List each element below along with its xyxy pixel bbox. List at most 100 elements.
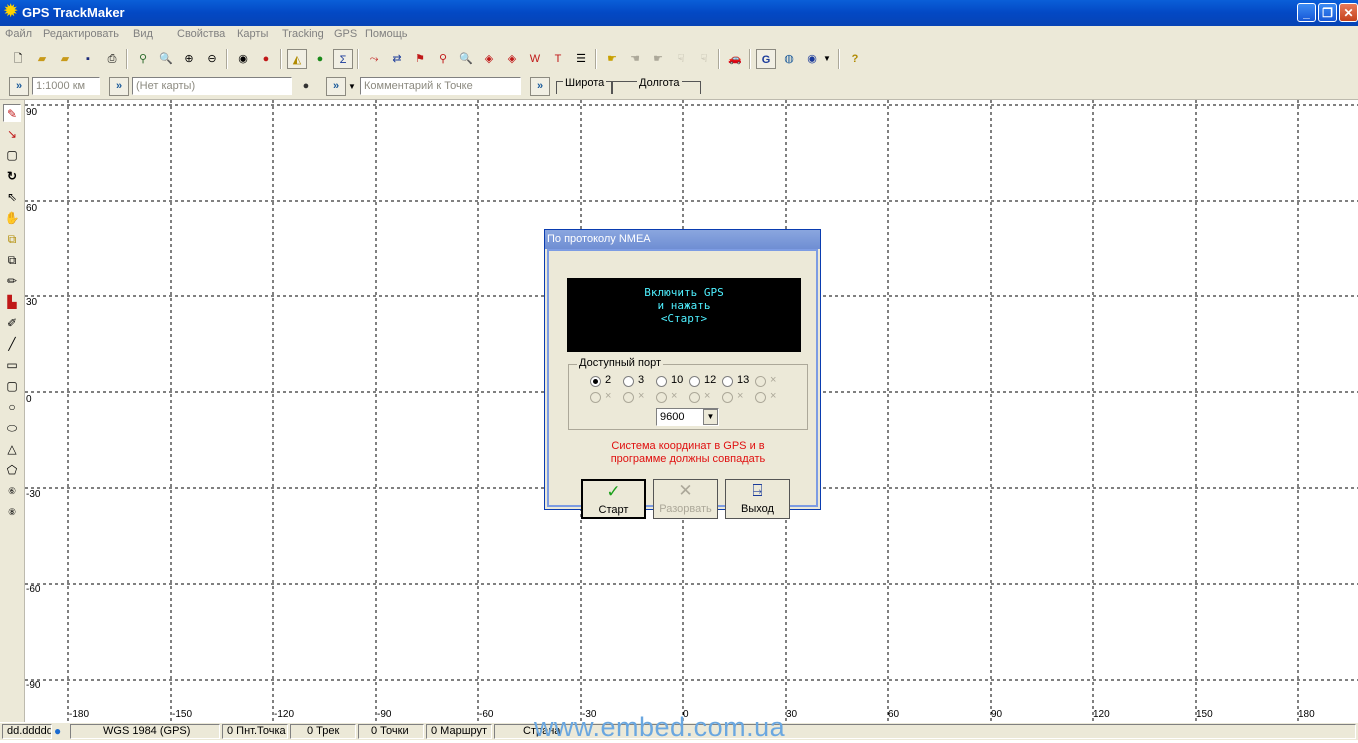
track-icon[interactable]: ⤳ [364,49,384,69]
menu-help[interactable]: Помощь [365,28,408,40]
main-toolbar: 🗋 ▰ ▰ ▪ ⎙ ⚲ 🔍 ⊕ ⊖ ◉ ● ◭ ● Σ ⤳ ⇄ ⚑ ⚲ 🔍 ◈ … [0,44,1358,74]
baud-rate-value: 9600 [660,411,685,423]
open-folder-icon[interactable]: ▰ [32,49,52,69]
close-button[interactable]: ✕ [1339,3,1358,22]
open-recent-icon[interactable]: ▰ [55,49,75,69]
search-globe-icon[interactable]: ◉ [802,49,822,69]
exit-button-label: Выход [741,503,774,515]
line-cut-icon[interactable]: ↘ [3,125,21,143]
globe-icon[interactable]: ● [310,49,330,69]
maximize-button[interactable]: ❐ [1318,3,1337,22]
menu-view[interactable]: Вид [133,28,153,40]
gps-receive-icon[interactable]: ◈ [479,49,499,69]
layers-icon[interactable]: ⧉ [3,251,21,269]
paint-icon[interactable]: ▙ [3,293,21,311]
toolbar-separator [595,49,597,69]
baud-rate-select[interactable]: 9600 ▼ [656,408,719,426]
lat-label: -90 [26,680,41,691]
chevron-down-icon[interactable]: ▼ [703,409,718,425]
minimize-button[interactable]: _ [1297,3,1316,22]
waypoint-icon[interactable]: ⚑ [410,49,430,69]
scale-go-button[interactable]: » [9,77,29,96]
menu-maps[interactable]: Карты [237,28,268,40]
pointer-icon[interactable]: ⇖ [3,188,21,206]
gps-send-icon[interactable]: ◈ [502,49,522,69]
port-radio-13[interactable] [722,376,733,387]
menu-gps[interactable]: GPS [334,28,357,40]
line-tool-icon[interactable]: ╱ [3,335,21,353]
lat-label: 90 [26,107,38,118]
port-radio-3[interactable] [623,376,634,387]
zoom-in-icon[interactable]: ⊕ [179,49,199,69]
list-icon[interactable]: ☰ [571,49,591,69]
help-icon[interactable]: ? [845,49,865,69]
map-name-field[interactable]: (Нет карты) [132,77,292,95]
port-radio-disabled [722,392,733,403]
car-icon[interactable]: 🚗 [725,49,745,69]
port-radio-10[interactable] [656,376,667,387]
find-icon[interactable]: ⚲ [433,49,453,69]
freehand-icon[interactable]: ✐ [3,314,21,332]
hexagon-6-tool-icon[interactable]: ⑥ [3,482,21,500]
google-icon[interactable]: G [756,49,776,69]
hand-pan-icon[interactable]: ✋ [3,209,21,227]
select-rect-icon[interactable]: ▢ [3,146,21,164]
pentagon-tool-icon[interactable]: ⬠ [3,461,21,479]
web-icon[interactable]: W [525,49,545,69]
menu-file[interactable]: Файл [5,28,32,40]
menu-edit[interactable]: Редактировать [43,28,119,40]
octagon-8-tool-icon[interactable]: ⑧ [3,503,21,521]
chart-icon[interactable]: ◭ [287,49,307,69]
gps-instruction-screen: Включить GPS и нажать <Старт> [567,278,801,352]
triangle-tool-icon[interactable]: △ [3,440,21,458]
checkmark-icon: ✓ [606,482,621,501]
ellipse-tool-icon[interactable]: ⬭ [3,419,21,437]
port-radio-12[interactable] [689,376,700,387]
zoom-out-icon[interactable]: ⊖ [202,49,222,69]
text-icon[interactable]: T [548,49,568,69]
hand-icon[interactable]: ☛ [602,49,622,69]
coords-go-button[interactable]: » [530,77,550,96]
lon-label: -90 [377,709,392,720]
datum-icon[interactable]: Σ [333,49,353,69]
exit-button[interactable]: ⍈ Выход [725,479,790,519]
copy-icon[interactable]: ⧉ [3,230,21,248]
title-bar: ✹ GPS TrackMaker _ ❐ ✕ [0,0,1358,26]
scale-field[interactable]: 1:1000 км [32,77,100,95]
search-icon[interactable]: 🔍 [456,49,476,69]
toolbar-separator [126,49,128,69]
port-radio-disabled [590,392,601,403]
rounded-rect-tool-icon[interactable]: ▢ [3,377,21,395]
app-sun-icon: ✹ [4,3,18,20]
route-count: 0 Маршрут [426,724,492,739]
earth-icon[interactable]: ◍ [779,49,799,69]
start-button[interactable]: ✓ Старт [581,479,646,519]
toolbar-separator [226,49,228,69]
save-icon[interactable]: ▪ [78,49,98,69]
menu-properties[interactable]: Свойства [177,28,225,40]
rectangle-tool-icon[interactable]: ▭ [3,356,21,374]
circle-tool-icon[interactable]: ○ [3,398,21,416]
pencil-track-icon[interactable]: ✎ [3,104,21,122]
rotate-icon[interactable]: ↻ [3,167,21,185]
toolbar-separator [280,49,282,69]
screen-line: Включить GPS [644,286,724,299]
print-icon[interactable]: ⎙ [102,49,122,69]
route-icon[interactable]: ⇄ [387,49,407,69]
map-color-icon[interactable]: ● [296,76,316,96]
point-comment-field[interactable]: Комментарий к Точке [360,77,521,95]
pen-icon[interactable]: ✏ [3,272,21,290]
chevron-down-icon[interactable]: ▼ [346,79,358,95]
port-label: 2 [605,374,612,386]
new-file-icon[interactable]: 🗋 [8,49,28,69]
zoom-icon[interactable]: 🔍 [156,49,176,69]
menu-tracking[interactable]: Tracking [282,28,324,40]
comment-go-button[interactable]: » [326,77,346,96]
colors-icon[interactable]: ● [256,49,276,69]
eye-icon[interactable]: ◉ [233,49,253,69]
window-title: GPS TrackMaker [22,5,125,20]
map-pin-icon[interactable]: ⚲ [133,49,153,69]
map-go-button[interactable]: » [109,77,129,96]
port-radio-2[interactable] [590,376,601,387]
chevron-down-icon[interactable]: ▼ [821,49,833,69]
